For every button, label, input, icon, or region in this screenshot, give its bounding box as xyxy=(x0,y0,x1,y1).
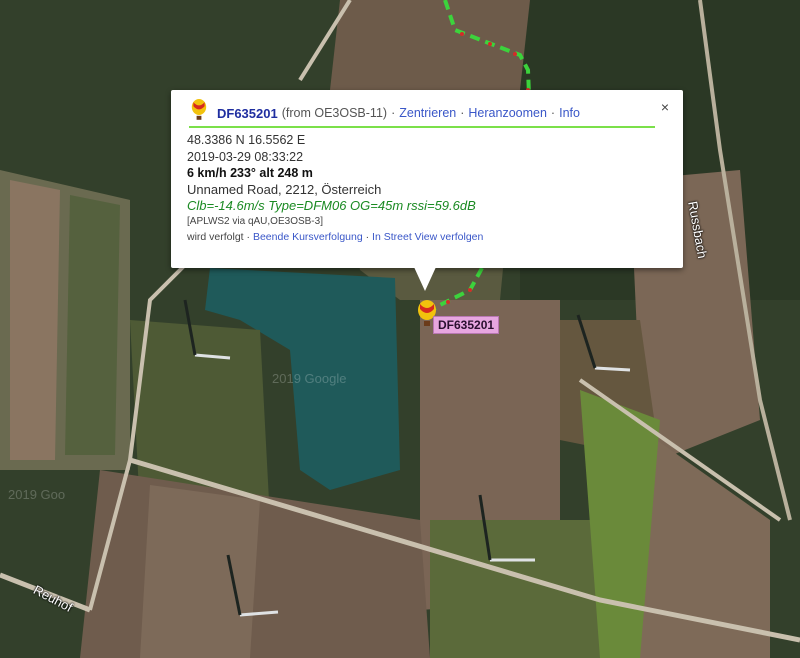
popup-source: (from OE3OSB-11) xyxy=(281,106,388,120)
info-link[interactable]: Info xyxy=(559,106,580,120)
marker-callsign-label[interactable]: DF635201 xyxy=(433,316,500,334)
address-text: Unnamed Road, 2212, Österreich xyxy=(187,181,382,197)
link-separator: · xyxy=(460,106,465,120)
info-popup: DF635201 (from OE3OSB-11) · Zentrieren ·… xyxy=(171,90,683,268)
close-icon[interactable]: × xyxy=(661,99,669,115)
popup-tail xyxy=(414,267,436,291)
position-text: 48.3386 N 16.5562 E xyxy=(187,133,306,147)
tracking-status: wird verfolgt xyxy=(187,230,244,243)
tracking-actions: wird verfolgt · Beende Kursverfolgung · … xyxy=(187,229,483,246)
field-left-stripe xyxy=(10,180,60,460)
field-bottom-stripe xyxy=(140,485,260,658)
zoom-in-link[interactable]: Heranzoomen xyxy=(468,106,547,120)
popup-callsign[interactable]: DF635201 xyxy=(217,106,278,121)
path-text: [APLWS2 via qAU,OE3OSB-3] xyxy=(187,215,323,227)
link-separator: · xyxy=(365,230,370,243)
telemetry-comment: Clb=-14.6m/s Type=DFM06 OG=45m rssi=59.6… xyxy=(187,198,476,213)
center-link[interactable]: Zentrieren xyxy=(399,106,456,120)
stop-tracking-link[interactable]: Beende Kursverfolgung xyxy=(253,231,363,243)
popup-body: 48.3386 N 16.5562 E 2019-03-29 08:33:22 … xyxy=(187,132,483,245)
link-separator: · xyxy=(550,106,556,120)
balloon-icon xyxy=(191,99,207,120)
map-watermark: 2019 Goo xyxy=(8,487,66,502)
field-upper xyxy=(330,0,530,90)
link-separator: · xyxy=(391,106,396,120)
street-view-link[interactable]: In Street View verfolgen xyxy=(372,231,483,243)
link-separator: · xyxy=(246,230,251,243)
field-left-stripe-2 xyxy=(65,195,120,455)
popup-header: DF635201 (from OE3OSB-11) · Zentrieren ·… xyxy=(189,99,655,128)
timestamp-text: 2019-03-29 08:33:22 xyxy=(187,149,304,164)
speed-altitude-text: 6 km/h 233° alt 248 m xyxy=(187,166,313,180)
map-watermark: 2019 Google xyxy=(272,371,347,386)
